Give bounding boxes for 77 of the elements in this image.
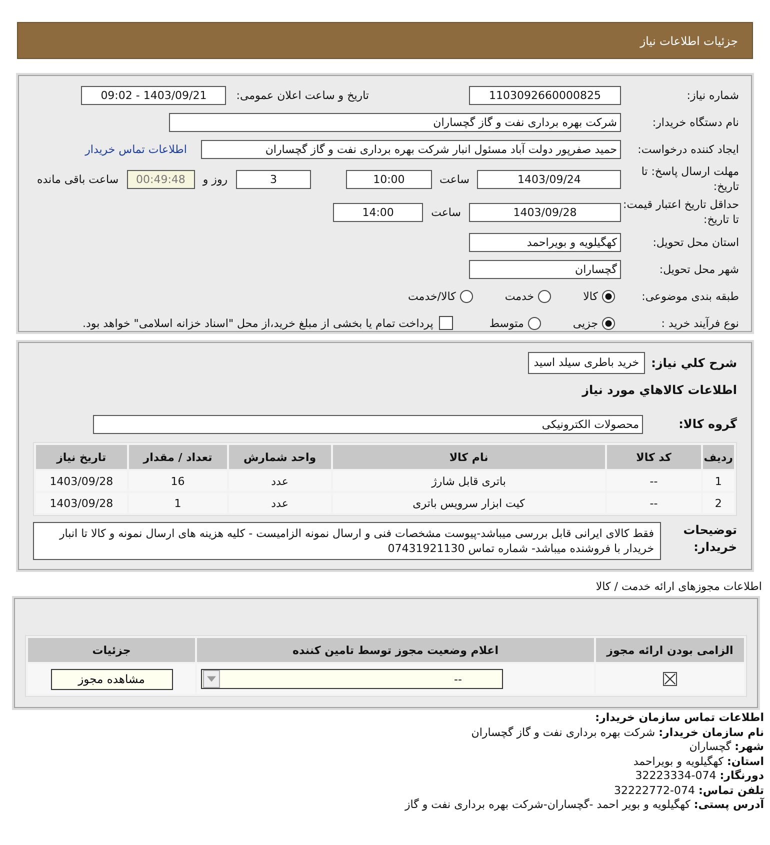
- table-cell: 2: [702, 493, 734, 513]
- table-cell: 16: [128, 471, 227, 491]
- table-cell: باتری قابل شارژ: [332, 471, 605, 491]
- section-heading: اطلاعات مجوزهای ارائه خدمت / کالا: [594, 580, 762, 593]
- radio-button[interactable]: [538, 290, 552, 302]
- description-field: خرید باطری سیلد اسید: [528, 352, 646, 374]
- field-label: شماره نیاز:: [686, 88, 739, 102]
- buyer-org-field: شرکت بهره برداری نفت و گاز گچساران: [169, 112, 621, 132]
- field-label: ساعت باقی مانده: [37, 172, 119, 186]
- field-label: شهر محل تحویل:: [658, 262, 739, 276]
- table-cell: عدد: [228, 493, 331, 513]
- view-permit-button[interactable]: مشاهده مجوز: [50, 668, 172, 690]
- field-label: نام دستگاه خریدار:: [651, 114, 739, 130]
- field-label: روز و: [202, 172, 228, 186]
- column-header: تاریخ نیاز: [36, 445, 127, 469]
- field-label: حداقل تاریخ اعتبار قیمت: تا تاریخ:: [622, 197, 739, 227]
- remaining-time-field: 00:49:48: [126, 170, 195, 188]
- option-label: کالا/خدمت: [408, 290, 456, 302]
- contact-line: نام سازمان خریدار: شرکت بهره برداری نفت و گاز گچساران: [470, 726, 764, 740]
- page-title: جزئیات اطلاعات نیاز: [640, 34, 738, 48]
- radio-button[interactable]: [460, 290, 473, 302]
- field-label: شرح کلي نياز:: [651, 356, 737, 370]
- contact-heading: اطلاعات تماس سازمان خریدار:: [594, 711, 764, 726]
- days-field: 3: [236, 170, 312, 188]
- checkbox[interactable]: [663, 672, 677, 686]
- table-cell: عدد: [228, 471, 331, 491]
- table-cell: 1: [128, 493, 227, 513]
- option-label: جزیی: [572, 316, 598, 330]
- radio-button[interactable]: [528, 316, 541, 330]
- field-label: تاریخ و ساعت اعلان عمومی:: [236, 88, 369, 102]
- table-cell: کیت ابزار سرویس باتری: [332, 493, 605, 513]
- option-label: متوسط: [489, 316, 524, 330]
- column-header: ردیف: [702, 445, 734, 469]
- column-header: اعلام وضعیت مجوز توسط تامین کننده: [197, 638, 594, 662]
- buyer-notes-text: فقط کالای ایرانی قابل بررسی میباشد-پیوست مشخصات فنی و ارسال نمونه الزامیست - کلیه هزینه های ارسال نمونه و کالا تا انبار خریدار با فروشنده میباشد- شماره تماس 07431921130: [33, 522, 661, 560]
- option-label: خدمت: [504, 290, 534, 302]
- column-header: نام کالا: [332, 445, 605, 469]
- field-label: استان محل تحویل:: [652, 234, 739, 250]
- option-label: کالا: [583, 290, 598, 302]
- field-label: ساعت: [431, 206, 461, 218]
- column-header: تعداد / مقدار: [128, 445, 227, 469]
- status-dropdown[interactable]: --: [201, 669, 503, 689]
- field-label: طبقه بندی موضوعی:: [640, 288, 739, 304]
- field-label: گروه کالا:: [678, 416, 737, 432]
- section-heading: اطلاعات کالاهاي مورد نياز: [582, 383, 737, 397]
- column-header: واحد شمارش: [228, 445, 331, 469]
- time-field: 14:00: [333, 202, 424, 222]
- city-field: گچساران: [469, 260, 621, 278]
- table-cell: --: [606, 471, 701, 491]
- contact-line: استان: کهگیلویه و بویراحمد: [632, 754, 764, 769]
- province-field: کهگیلویه و بویراحمد: [469, 232, 621, 252]
- field-label: توضیحات خریدار:: [682, 522, 737, 556]
- checkbox[interactable]: [439, 316, 454, 330]
- column-header: جزئیات: [28, 638, 195, 662]
- announce-date-field: 1403/09/21 - 09:02: [81, 86, 226, 104]
- column-header: کد کالا: [606, 445, 701, 469]
- field-label: نوع فرآیند خرید :: [660, 316, 739, 330]
- table-cell: --: [606, 493, 701, 513]
- date-field: 1403/09/24: [477, 170, 621, 188]
- time-field: 10:00: [346, 170, 432, 188]
- table-cell: 1403/09/28: [36, 471, 127, 491]
- radio-button[interactable]: [602, 290, 615, 302]
- contact-line: شهر: گچساران: [688, 740, 764, 754]
- table-cell: 1403/09/28: [36, 493, 127, 513]
- requester-field: حمید صفرپور دولت آباد مسئول انبار شرکت بهره برداری نفت و گاز گچساران: [201, 140, 621, 158]
- field-label: ایجاد کننده درخواست:: [636, 142, 739, 156]
- field-label: مهلت ارسال پاسخ: تا تاریخ:: [640, 164, 739, 194]
- need-number-field: 1103092660000825: [469, 86, 621, 104]
- date-field: 1403/09/28: [469, 202, 621, 222]
- column-header: الزامی بودن ارائه مجوز: [596, 638, 744, 662]
- buyer-contact-link[interactable]: اطلاعات تماس خریدار: [85, 142, 187, 156]
- field-label: ساعت: [440, 172, 470, 186]
- goods-group-field: محصولات الکترونیکی: [93, 414, 643, 434]
- table-cell: 1: [702, 471, 734, 491]
- checkbox-label: پرداخت تمام یا بخشی از مبلغ خرید،از محل "اسناد خزانه اسلامی" خواهد بود.: [82, 316, 434, 330]
- radio-button[interactable]: [602, 316, 615, 330]
- contact-line: آدرس پستی: کهگیلویه و بویر احمد -گچساران-شرکت بهره برداری نفت و گاز: [404, 798, 764, 812]
